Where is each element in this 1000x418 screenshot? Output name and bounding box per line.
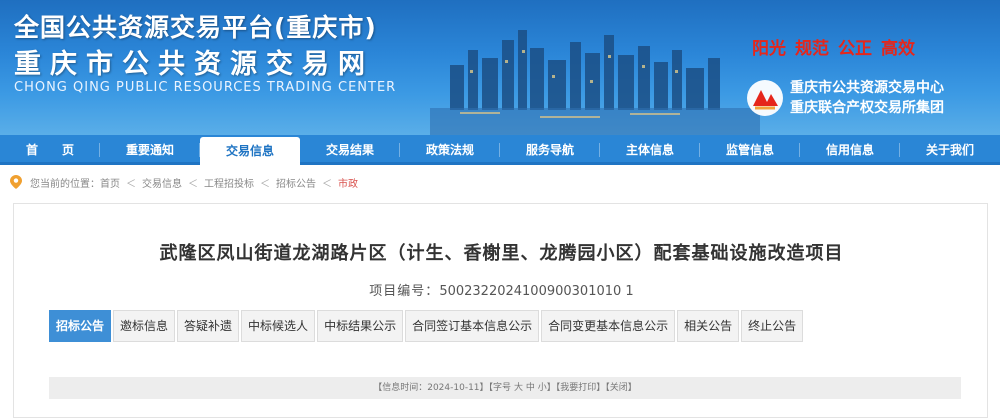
font-size-label: 】【字号 bbox=[479, 383, 512, 393]
breadcrumb: 您当前的位置： 首页 ＜ 交易信息 ＜ 工程招投标 ＜ 招标公告 ＜ 市政 bbox=[0, 165, 1000, 199]
city-skyline-image bbox=[430, 30, 760, 135]
tab-invitation-info[interactable]: 邀标信息 bbox=[113, 310, 176, 342]
breadcrumb-link-trade-info[interactable]: 交易信息 bbox=[142, 175, 182, 190]
project-number: 项目编号：5002322024100900301010 1 bbox=[14, 280, 989, 299]
tab-winning-candidates[interactable]: 中标候选人 bbox=[241, 310, 316, 342]
org-name: 重庆市公共资源交易中心 bbox=[790, 80, 944, 96]
breadcrumb-separator: ＜ bbox=[260, 178, 270, 190]
font-size-small-button[interactable]: 小 bbox=[538, 383, 547, 393]
slogan-word: 高效 bbox=[881, 39, 915, 59]
slogan-word: 公正 bbox=[838, 39, 872, 59]
breadcrumb-separator: ＜ bbox=[188, 178, 198, 190]
org-logo-icon bbox=[747, 80, 783, 116]
tab-termination-notice[interactable]: 终止公告 bbox=[741, 310, 804, 342]
nav-item-entity-info[interactable]: 主体信息 bbox=[600, 135, 700, 165]
close-button[interactable]: 【关闭】 bbox=[605, 383, 637, 393]
project-number-value: 5002322024100900301010 1 bbox=[439, 284, 634, 299]
nav-item-home[interactable]: 首 页 bbox=[0, 135, 100, 165]
info-time-value: 2024-10-11 bbox=[427, 383, 480, 393]
tab-winning-result[interactable]: 中标结果公示 bbox=[317, 310, 404, 342]
org-name: 重庆联合产权交易所集团 bbox=[790, 100, 944, 116]
notice-tabs: 招标公告 邀标信息 答疑补遗 中标候选人 中标结果公示 合同签订基本信息公示 合… bbox=[49, 310, 804, 342]
breadcrumb-link-tender-notice[interactable]: 招标公告 bbox=[276, 175, 316, 190]
tab-contract-signing[interactable]: 合同签订基本信息公示 bbox=[405, 310, 540, 342]
breadcrumb-separator: ＜ bbox=[126, 178, 136, 190]
site-title-sub: 重庆市公共资源交易网 bbox=[14, 49, 374, 80]
project-title: 武隆区凤山街道龙湖路片区（计生、香榭里、龙腾园小区）配套基础设施改造项目 bbox=[159, 243, 844, 264]
org-names: 重庆市公共资源交易中心 重庆联合产权交易所集团 bbox=[790, 78, 944, 118]
breadcrumb-current[interactable]: 市政 bbox=[338, 175, 358, 190]
breadcrumb-link-engineering[interactable]: 工程招投标 bbox=[204, 175, 254, 190]
font-size-medium-button[interactable]: 中 bbox=[526, 383, 535, 393]
nav-item-about[interactable]: 关于我们 bbox=[900, 135, 1000, 165]
breadcrumb-prefix: 您当前的位置： bbox=[30, 178, 100, 190]
nav-item-trade-results[interactable]: 交易结果 bbox=[300, 135, 400, 165]
content-panel: 武隆区凤山街道龙湖路片区（计生、香榭里、龙腾园小区）配套基础设施改造项目 项目编… bbox=[13, 203, 988, 418]
print-button[interactable]: 】【我要打印】 bbox=[547, 383, 606, 393]
info-time-label: 【信息时间： bbox=[373, 383, 428, 393]
breadcrumb-separator: ＜ bbox=[322, 178, 332, 190]
nav-item-supervision[interactable]: 监管信息 bbox=[700, 135, 800, 165]
nav-item-notices[interactable]: 重要通知 bbox=[100, 135, 200, 165]
tab-tender-notice[interactable]: 招标公告 bbox=[49, 310, 112, 342]
main-nav: 首 页 重要通知 交易信息 交易结果 政策法规 服务导航 主体信息 监管信息 信… bbox=[0, 135, 1000, 168]
site-title-english: CHONG QING PUBLIC RESOURCES TRADING CENT… bbox=[14, 80, 397, 95]
tab-contract-change[interactable]: 合同变更基本信息公示 bbox=[541, 310, 676, 342]
breadcrumb-link-home[interactable]: 首页 bbox=[100, 175, 120, 190]
nav-item-credit[interactable]: 信用信息 bbox=[800, 135, 900, 165]
location-pin-icon bbox=[10, 175, 22, 189]
nav-item-trade-info[interactable]: 交易信息 bbox=[200, 137, 300, 168]
nav-item-service-guide[interactable]: 服务导航 bbox=[500, 135, 600, 165]
project-number-label: 项目编号： bbox=[369, 284, 440, 299]
slogan-word: 规范 bbox=[795, 39, 829, 59]
slogan-word: 阳光 bbox=[752, 39, 786, 59]
tab-related-notices[interactable]: 相关公告 bbox=[677, 310, 740, 342]
slogan: 阳光 规范 公正 高效 bbox=[752, 34, 915, 59]
tab-qa-supplement[interactable]: 答疑补遗 bbox=[177, 310, 240, 342]
nav-item-policies[interactable]: 政策法规 bbox=[400, 135, 500, 165]
header-banner: 全国公共资源交易平台(重庆市) 重庆市公共资源交易网 CHONG QING PU… bbox=[0, 0, 1000, 135]
font-size-large-button[interactable]: 大 bbox=[514, 383, 523, 393]
site-title-main: 全国公共资源交易平台(重庆市) bbox=[14, 13, 377, 42]
info-bar: 【信息时间：2024-10-11】【字号 大 中 小】【我要打印】【关闭】 bbox=[49, 377, 961, 399]
